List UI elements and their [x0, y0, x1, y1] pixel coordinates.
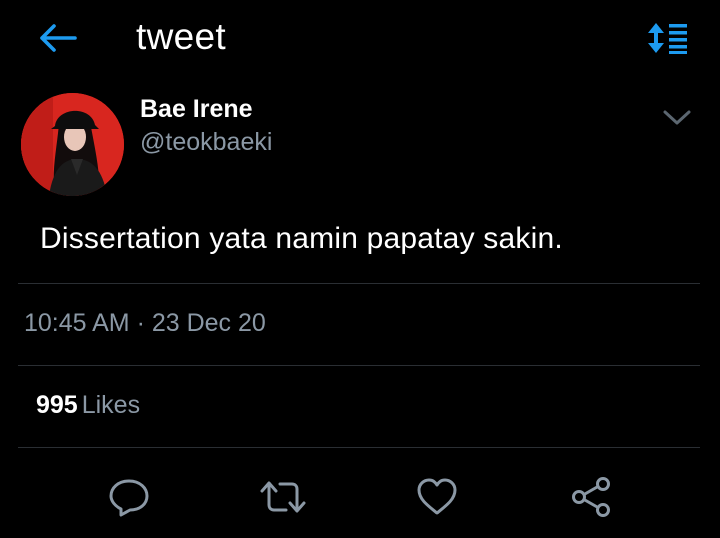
share-button[interactable] [566, 472, 616, 522]
profile-photo [21, 93, 124, 196]
divider [18, 447, 700, 448]
retweet-icon [260, 481, 306, 513]
reply-bubble-icon [109, 479, 149, 517]
likes-label: Likes [81, 391, 141, 419]
likes-count: 995 [36, 391, 78, 419]
tweet-timestamp: 10:45 AM · 23 Dec 20 [24, 309, 266, 337]
sort-lines-icon [648, 23, 687, 54]
like-button[interactable] [412, 472, 462, 522]
back-button[interactable] [36, 22, 78, 54]
likes-summary[interactable]: 995 Likes [36, 391, 140, 420]
arrow-left-icon [40, 24, 77, 52]
heart-icon [417, 478, 457, 515]
avatar[interactable] [21, 93, 124, 196]
tweet-options-button[interactable] [658, 104, 696, 132]
top-app-bar: tweet [0, 0, 720, 80]
share-icon [572, 477, 610, 517]
retweet-button[interactable] [258, 472, 308, 522]
tweet-text: Dissertation yata namin papatay sakin. [40, 222, 563, 255]
author-display-name[interactable]: Bae Irene [140, 95, 253, 124]
divider [18, 365, 700, 366]
reply-button[interactable] [104, 472, 154, 522]
sort-button[interactable] [644, 20, 692, 56]
divider [18, 283, 700, 284]
author-handle[interactable]: @teokbaeki [140, 128, 272, 157]
chevron-down-icon [663, 110, 691, 125]
page-title: tweet [136, 16, 226, 57]
